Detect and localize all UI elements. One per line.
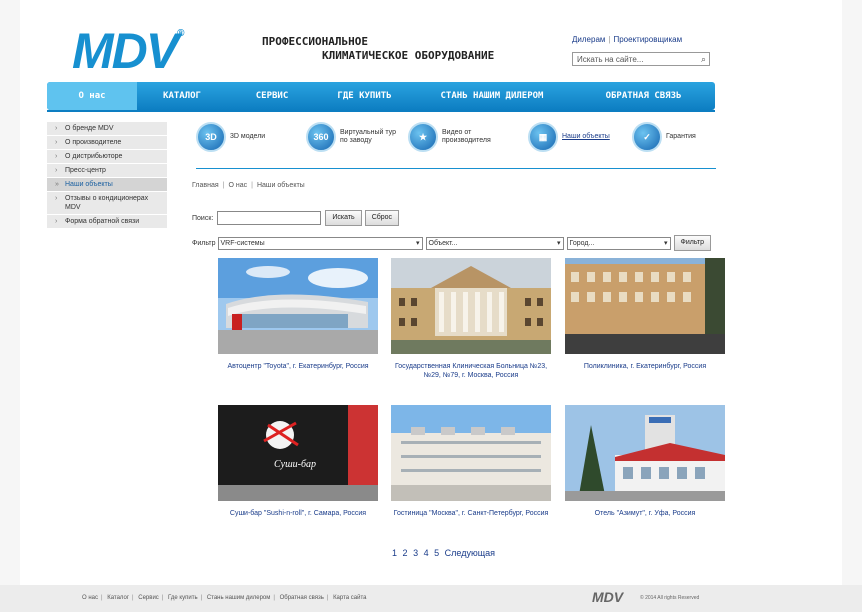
objects-search-input[interactable]: [217, 211, 322, 225]
search-icon[interactable]: ⌕: [701, 54, 706, 65]
warranty-icon: ✓: [632, 122, 662, 152]
footer-copyright: © 2014 All rights Reserved: [640, 595, 700, 601]
object-caption[interactable]: Гостиница "Москва", г. Санкт-Петербург, …: [391, 509, 551, 518]
system-select[interactable]: VRF-системы ▾: [217, 236, 423, 250]
footer-logo: MDV: [592, 589, 624, 605]
main-nav: О нас КАТАЛОГ СЕРВИС ГДЕ КУПИТЬ СТАНЬ НА…: [47, 82, 715, 110]
tagline: ПРОФЕССИОНАЛЬНОЕ КЛИМАТИЧЕСКОЕ ОБОРУДОВА…: [262, 35, 495, 62]
mdv-logo[interactable]: MDV®: [72, 22, 185, 80]
nav-item-feedback[interactable]: ОБРАТНАЯ СВЯЗЬ: [572, 82, 715, 110]
object-photo[interactable]: [391, 405, 551, 501]
object-card[interactable]: Отель "Азимут", г. Уфа, Россия: [565, 405, 725, 518]
object-caption[interactable]: Отель "Азимут", г. Уфа, Россия: [565, 509, 725, 518]
filter-label: Фильтр: [192, 239, 216, 247]
link-warranty[interactable]: ✓ Гарантия: [632, 122, 696, 152]
object-photo[interactable]: [565, 405, 725, 501]
object-card[interactable]: Автоцентр "Toyota", г. Екатеринбург, Рос…: [218, 258, 378, 371]
sidebar-item-press[interactable]: › Пресс-центр: [47, 164, 167, 178]
sidebar: › О бренде MDV › О производителе › О дистри…: [47, 122, 167, 229]
object-caption[interactable]: Суши-бар "Sushi-n-roll", г. Самара, Росс…: [218, 509, 378, 518]
object-photo[interactable]: [218, 258, 378, 354]
icons-divider: [196, 168, 716, 169]
object-caption[interactable]: Автоцентр "Toyota", г. Екатеринбург, Рос…: [218, 362, 378, 371]
footer-link[interactable]: Каталог: [107, 595, 129, 601]
site-search-input[interactable]: Искать на сайте... ⌕: [572, 52, 710, 66]
city-select[interactable]: Город... ▾: [566, 236, 671, 250]
object-caption[interactable]: Государственная Клиническая Больница №23…: [391, 362, 551, 380]
nav-item-about[interactable]: О нас: [47, 82, 137, 110]
top-links: Дилерам | Проектировщикам: [572, 35, 683, 44]
sidebar-item-brand[interactable]: › О бренде MDV: [47, 122, 167, 136]
breadcrumb-about[interactable]: О нас: [228, 182, 247, 189]
footer-link[interactable]: Где купить: [168, 595, 198, 601]
filter-button[interactable]: Фильтр: [673, 235, 712, 251]
chevron-down-icon: ▾: [416, 239, 420, 247]
reset-button[interactable]: Сброс: [364, 210, 400, 226]
footer-link[interactable]: Обратная связь: [280, 595, 324, 601]
link-designers[interactable]: Проектировщикам: [613, 35, 682, 44]
footer-link[interactable]: Стань нашим дилером: [207, 595, 271, 601]
object-card[interactable]: Поликлиника, г. Екатеринбург, Россия: [565, 258, 725, 371]
nav-item-catalog[interactable]: КАТАЛОГ: [137, 82, 227, 110]
object-caption[interactable]: Поликлиника, г. Екатеринбург, Россия: [565, 362, 725, 371]
object-card[interactable]: Гостиница "Москва", г. Санкт-Петербург, …: [391, 405, 551, 518]
search-form: Поиск: Искать Сброс: [192, 210, 402, 226]
page-link[interactable]: 3: [413, 548, 418, 558]
buildings-icon: ▦: [528, 122, 558, 152]
footer-links: О нас | Каталог | Сервис | Где купить | Стан…: [82, 595, 367, 601]
link-our-objects[interactable]: ▦ Наши объекты: [528, 122, 610, 152]
filter-form: Фильтр VRF-системы ▾ Объект... ▾ Город... ▾…: [192, 235, 714, 251]
sidebar-item-feedback-form[interactable]: › Форма обратной связи: [47, 215, 167, 229]
object-photo[interactable]: [391, 258, 551, 354]
link-video[interactable]: ★ Видео от производителя: [408, 122, 502, 152]
breadcrumb: Главная | О нас | Наши объекты: [192, 182, 305, 189]
link-virtual-tour[interactable]: 360 Виртуальный тур по заводу: [306, 122, 396, 152]
breadcrumb-current: Наши объекты: [256, 182, 305, 189]
panorama-icon: 360: [306, 122, 336, 152]
footer: О нас | Каталог | Сервис | Где купить | Стан…: [0, 585, 862, 612]
footer-link[interactable]: О нас: [82, 595, 98, 601]
feature-icons: 3D 3D модели 360 Виртуальный тур по заво…: [196, 122, 716, 160]
page-link[interactable]: 4: [424, 548, 429, 558]
object-photo[interactable]: [565, 258, 725, 354]
breadcrumb-home[interactable]: Главная: [192, 182, 219, 189]
pagination: 1 2 3 4 5 Следующая: [392, 548, 498, 558]
footer-link[interactable]: Карта сайта: [333, 595, 366, 601]
nav-item-where-to-buy[interactable]: ГДЕ КУПИТЬ: [317, 82, 412, 110]
object-card[interactable]: Государственная Клиническая Больница №23…: [391, 258, 551, 380]
nav-divider: [47, 110, 715, 112]
page-link[interactable]: 2: [403, 548, 408, 558]
sidebar-item-distributor[interactable]: › О дистрибьюторе: [47, 150, 167, 164]
page-link[interactable]: 5: [434, 548, 439, 558]
next-page-link[interactable]: Следующая: [445, 548, 495, 558]
chevron-down-icon: ▾: [664, 239, 668, 247]
search-label: Поиск:: [192, 214, 214, 222]
nav-item-become-dealer[interactable]: СТАНЬ НАШИМ ДИЛЕРОМ: [412, 82, 572, 110]
link-dealers[interactable]: Дилерам: [572, 35, 605, 44]
sidebar-item-reviews[interactable]: › Отзывы о кондиционерах MDV: [47, 192, 167, 215]
svg-text:Суши-бар: Суши-бар: [274, 459, 316, 470]
3d-icon: 3D: [196, 122, 226, 152]
object-card[interactable]: Суши-бар Суши-бар "Sushi-n-roll", г. Сам…: [218, 405, 378, 518]
object-select[interactable]: Объект... ▾: [425, 236, 564, 250]
video-icon: ★: [408, 122, 438, 152]
nav-item-service[interactable]: СЕРВИС: [227, 82, 317, 110]
search-button[interactable]: Искать: [325, 210, 362, 226]
page-link[interactable]: 1: [392, 548, 397, 558]
object-photo[interactable]: Суши-бар: [218, 405, 378, 501]
footer-link[interactable]: Сервис: [138, 595, 159, 601]
chevron-down-icon: ▾: [557, 239, 561, 247]
sidebar-item-our-objects[interactable]: » Наши объекты: [47, 178, 167, 192]
link-3d-models[interactable]: 3D 3D модели: [196, 122, 280, 152]
sidebar-item-manufacturer[interactable]: › О производителе: [47, 136, 167, 150]
